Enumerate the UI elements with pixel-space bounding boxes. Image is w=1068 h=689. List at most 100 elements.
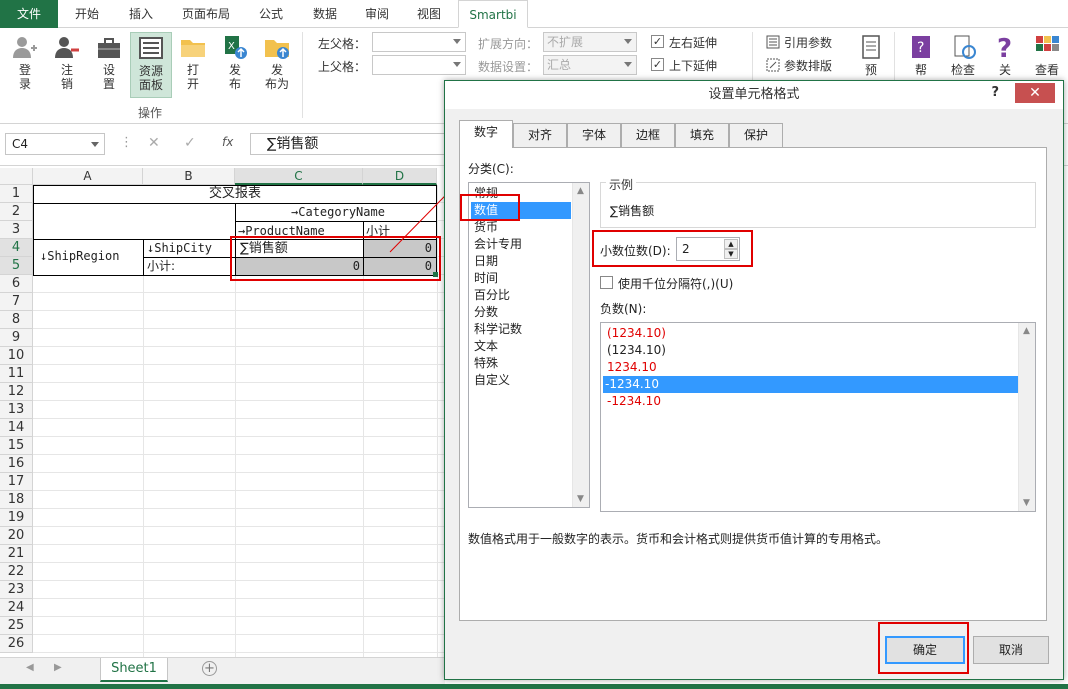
row-header-2[interactable]: 2 (0, 203, 33, 221)
login-button[interactable]: 登录 (6, 34, 44, 91)
row-header-17[interactable]: 17 (0, 473, 33, 491)
negative-format-item[interactable]: 1234.10 (605, 359, 1019, 376)
category-item[interactable]: 会计专用 (471, 236, 571, 253)
row-header-11[interactable]: 11 (0, 365, 33, 383)
scroll-right-icon[interactable]: ▶ (54, 662, 62, 673)
tab-smartbi[interactable]: Smartbi (458, 0, 528, 28)
cancel-icon[interactable]: ✕ (148, 135, 160, 151)
scroll-down-icon[interactable]: ▼ (577, 495, 585, 504)
negative-format-item[interactable]: -1234.10 (603, 376, 1019, 393)
tab-page-layout[interactable]: 页面布局 (170, 0, 242, 28)
row-header-12[interactable]: 12 (0, 383, 33, 401)
row-header-19[interactable]: 19 (0, 509, 33, 527)
scroll-down-icon[interactable]: ▼ (1023, 499, 1031, 508)
row-header-22[interactable]: 22 (0, 563, 33, 581)
row-header-25[interactable]: 25 (0, 617, 33, 635)
tab-review[interactable]: 审阅 (354, 0, 400, 28)
column-header-a[interactable]: A (33, 168, 143, 185)
lr-extend-checkbox[interactable]: ✓ (651, 35, 664, 48)
tab-number[interactable]: 数字 (459, 120, 513, 148)
row-header-16[interactable]: 16 (0, 455, 33, 473)
tab-protection[interactable]: 保护 (729, 123, 783, 147)
row-header-4[interactable]: 4 (0, 239, 33, 257)
check-button[interactable]: 检查 (944, 34, 982, 77)
category-item[interactable]: 百分比 (471, 287, 571, 304)
negative-format-item[interactable]: (1234.10) (605, 342, 1019, 359)
tab-data[interactable]: 数据 (300, 0, 350, 28)
scroll-up-icon[interactable]: ▲ (1023, 327, 1031, 336)
category-item[interactable]: 货币 (471, 219, 571, 236)
top-parent-combo[interactable] (372, 55, 466, 75)
open-button[interactable]: 打开 (174, 34, 212, 91)
corner-cell[interactable] (33, 203, 236, 240)
tab-view[interactable]: 视图 (404, 0, 454, 28)
row-header-1[interactable]: 1 (0, 185, 33, 203)
category-item[interactable]: 自定义 (471, 372, 571, 389)
ud-extend-checkbox[interactable]: ✓ (651, 58, 664, 71)
row-header-18[interactable]: 18 (0, 491, 33, 509)
category-item[interactable]: 分数 (471, 304, 571, 321)
add-sheet-icon[interactable]: + (202, 661, 217, 676)
help-icon[interactable]: ? (991, 85, 999, 100)
left-parent-combo[interactable] (372, 32, 466, 52)
cancel-button[interactable]: 取消 (973, 636, 1049, 664)
row-header-10[interactable]: 10 (0, 347, 33, 365)
tab-home[interactable]: 开始 (62, 0, 112, 28)
category-list[interactable]: 常规 数值 货币 会计专用 日期 时间 百分比 分数 科学记数 文本 特殊 自定义 ▲ ▼ (468, 182, 590, 508)
publish-button[interactable]: X 发布 (216, 34, 254, 91)
category-item[interactable]: 日期 (471, 253, 571, 270)
tab-fill[interactable]: 填充 (675, 123, 729, 147)
category-scrollbar[interactable]: ▲ ▼ (572, 183, 589, 507)
tab-insert[interactable]: 插入 (116, 0, 166, 28)
row-header-7[interactable]: 7 (0, 293, 33, 311)
row-header-6[interactable]: 6 (0, 275, 33, 293)
row-header-8[interactable]: 8 (0, 311, 33, 329)
category-item[interactable]: 特殊 (471, 355, 571, 372)
negative-scrollbar[interactable]: ▲ ▼ (1018, 323, 1035, 511)
row-header-21[interactable]: 21 (0, 545, 33, 563)
negative-format-item[interactable]: -1234.10 (605, 393, 1019, 410)
confirm-icon[interactable]: ✓ (184, 135, 196, 151)
row-header-9[interactable]: 9 (0, 329, 33, 347)
help-button[interactable]: ? 帮 (902, 34, 940, 77)
view-button[interactable]: 查看 (1028, 34, 1066, 77)
tab-formulas[interactable]: 公式 (246, 0, 296, 28)
scroll-left-icon[interactable]: ◀ (26, 662, 34, 673)
row-header-26[interactable]: 26 (0, 635, 33, 653)
name-box[interactable]: C4 (5, 133, 105, 155)
close-icon[interactable]: ✕ (1015, 83, 1055, 103)
scroll-up-icon[interactable]: ▲ (577, 187, 585, 196)
about-button[interactable]: ? 关 (986, 34, 1024, 77)
thousand-separator-checkbox[interactable] (600, 276, 613, 289)
category-item[interactable]: 时间 (471, 270, 571, 287)
expand-direction-combo[interactable]: 不扩展 (543, 32, 637, 52)
category-item[interactable]: 科学记数 (471, 321, 571, 338)
column-header-b[interactable]: B (143, 168, 235, 185)
row-header-24[interactable]: 24 (0, 599, 33, 617)
row-header-3[interactable]: 3 (0, 221, 33, 239)
fx-icon[interactable]: fx (222, 135, 233, 149)
row-header-23[interactable]: 23 (0, 581, 33, 599)
row-header-15[interactable]: 15 (0, 437, 33, 455)
data-setting-combo[interactable]: 汇总 (543, 55, 637, 75)
tab-alignment[interactable]: 对齐 (513, 123, 567, 147)
sheet-tab-sheet1[interactable]: Sheet1 (100, 658, 168, 682)
preview-button[interactable]: 预 (852, 34, 890, 77)
row-header-13[interactable]: 13 (0, 401, 33, 419)
row-header-5[interactable]: 5 (0, 257, 33, 275)
category-item[interactable]: 文本 (471, 338, 571, 355)
tab-font[interactable]: 字体 (567, 123, 621, 147)
row-header-14[interactable]: 14 (0, 419, 33, 437)
column-header-c[interactable]: C (235, 168, 363, 185)
settings-button[interactable]: 设置 (90, 34, 128, 91)
tab-file[interactable]: 文件 (0, 0, 58, 28)
select-all-corner[interactable] (0, 168, 33, 185)
logout-button[interactable]: 注销 (48, 34, 86, 91)
publish-as-button[interactable]: 发布为 (258, 34, 296, 91)
tab-border[interactable]: 边框 (621, 123, 675, 147)
param-layout-button[interactable]: 参数排版 (784, 57, 832, 74)
resource-panel-button[interactable]: 资源 面板 (130, 32, 172, 98)
ref-param-button[interactable]: 引用参数 (784, 34, 832, 51)
negative-numbers-list[interactable]: (1234.10) (1234.10) 1234.10 -1234.10 -1234.1… (600, 322, 1036, 512)
row-header-20[interactable]: 20 (0, 527, 33, 545)
